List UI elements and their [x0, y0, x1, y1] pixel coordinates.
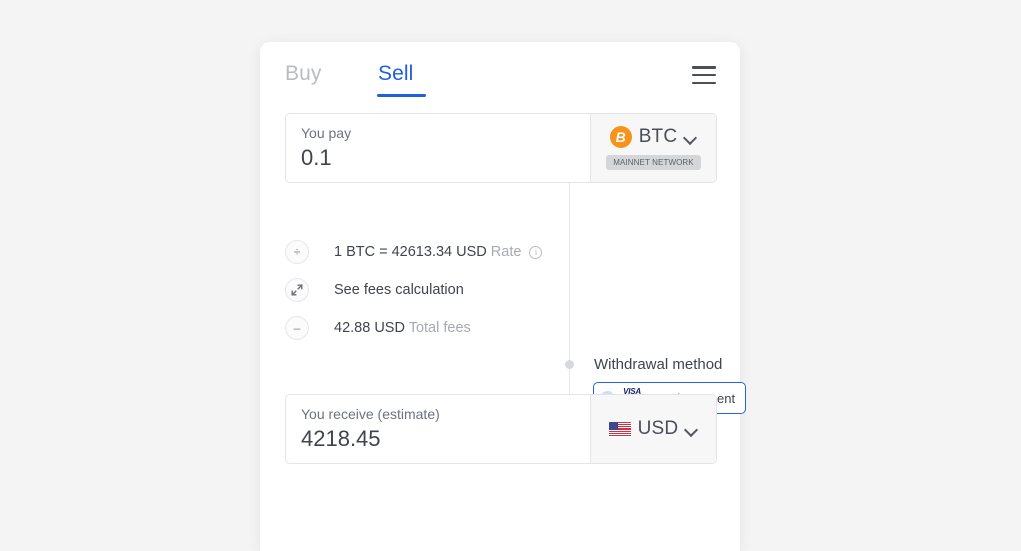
pay-label: You pay — [301, 125, 352, 141]
rate-text: 1 BTC = 42613.34 USD Rate i — [334, 240, 543, 264]
tab-buy[interactable]: Buy — [285, 62, 322, 86]
exchange-widget-panel: Buy Sell You pay 0.1 B BTC MAINNET NETWO… — [260, 42, 747, 551]
receive-amount-box: You receive (estimate) 4218.45 USD — [285, 394, 717, 464]
rate-suffix: Rate — [490, 244, 522, 260]
total-fees-suffix: Total fees — [408, 320, 471, 336]
pay-input-area[interactable]: You pay 0.1 — [286, 114, 590, 182]
withdrawal-method-title: Withdrawal method — [594, 356, 723, 373]
receive-input-area[interactable]: You receive (estimate) 4218.45 — [286, 395, 590, 463]
divide-icon: ÷ — [285, 240, 309, 264]
receive-currency-row: USD — [608, 418, 699, 440]
pay-input[interactable]: 0.1 — [301, 144, 590, 172]
total-fees-value: 42.88 USD — [334, 320, 405, 336]
fees-link[interactable]: See fees calculation — [334, 278, 464, 302]
network-badge: MAINNET NETWORK — [606, 155, 701, 170]
receive-value[interactable]: 4218.45 — [301, 425, 590, 453]
widget-header: Buy Sell — [260, 42, 740, 102]
receive-currency-select[interactable]: USD — [590, 395, 716, 463]
step-dot-icon — [565, 360, 574, 369]
rate-value: 1 BTC = 42613.34 USD — [334, 244, 487, 260]
us-flag-icon — [608, 421, 631, 437]
menu-line — [692, 66, 716, 69]
hamburger-menu-icon[interactable] — [692, 66, 716, 85]
tab-sell[interactable]: Sell — [378, 62, 413, 86]
chevron-down-icon — [685, 423, 698, 436]
receive-currency-code: USD — [637, 418, 679, 439]
pay-currency-row: B BTC — [609, 126, 698, 148]
chevron-down-icon — [684, 131, 697, 144]
menu-line — [692, 81, 716, 85]
tab-sell-active-indicator — [377, 94, 426, 97]
pay-amount-box: You pay 0.1 B BTC MAINNET NETWORK — [285, 113, 717, 183]
receive-label: You receive (estimate) — [301, 406, 440, 422]
menu-line — [692, 73, 716, 77]
bitcoin-icon: B — [609, 126, 632, 148]
pay-currency-code: BTC — [638, 126, 678, 147]
minus-icon: – — [285, 316, 309, 340]
total-fees-text: 42.88 USD Total fees — [334, 316, 471, 340]
info-icon[interactable]: i — [529, 246, 543, 259]
expand-arrows-icon — [285, 278, 309, 302]
pay-currency-select[interactable]: B BTC MAINNET NETWORK — [590, 114, 716, 182]
